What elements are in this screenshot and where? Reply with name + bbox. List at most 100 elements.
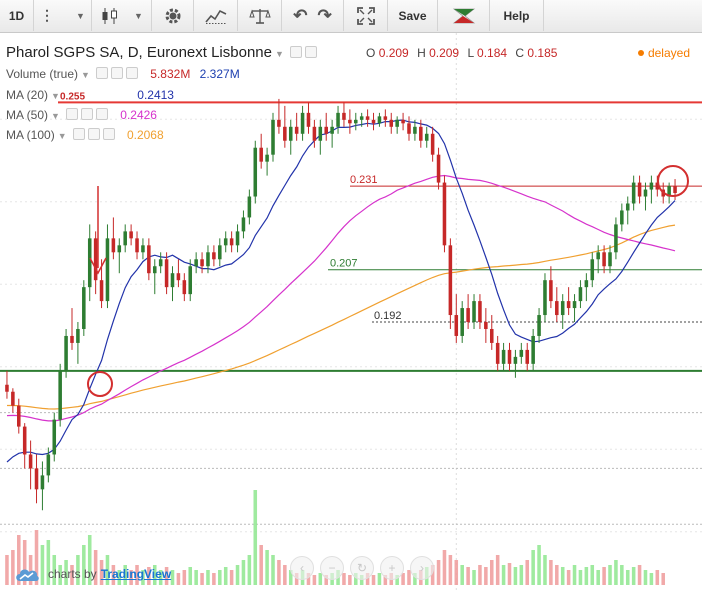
candle-body — [608, 252, 612, 267]
volume-bar — [478, 565, 482, 585]
volume-bar — [200, 573, 204, 585]
fullscreen-button[interactable] — [344, 0, 388, 31]
ma20-legend[interactable]: MA (20) ▼ 0.2413 — [6, 88, 174, 102]
candle-body — [365, 116, 370, 120]
compare-dropdown[interactable]: ⋮ ▼ — [34, 0, 92, 31]
candle-body — [129, 231, 133, 239]
volume-legend[interactable]: Volume (true) ▼ 5.832M 2.327M — [6, 67, 240, 81]
volume-bar — [637, 565, 642, 585]
low-label: L — [467, 46, 474, 60]
volume-bar — [247, 555, 252, 585]
cloud-logo-icon — [16, 569, 39, 581]
candle-body — [413, 126, 417, 134]
branding-prefix: charts by — [48, 567, 97, 581]
candle-body — [395, 119, 399, 127]
volume-bar — [578, 570, 583, 585]
candle-body — [572, 301, 577, 309]
ma100-label: MA (100) — [6, 128, 55, 142]
help-label: Help — [503, 8, 530, 23]
compare-button[interactable] — [238, 0, 282, 31]
more-icon: ⋮ — [40, 7, 55, 23]
candle-body — [22, 426, 27, 455]
candle-body — [454, 315, 459, 336]
volume-bar — [495, 555, 500, 585]
candle-body — [40, 475, 45, 490]
zoom-out-icon[interactable]: − — [320, 556, 344, 580]
settings-icon[interactable] — [304, 46, 317, 58]
candle-body — [176, 273, 181, 281]
zoom-in-icon[interactable]: + — [380, 556, 404, 580]
volume-bar — [188, 567, 193, 585]
candle-body — [200, 259, 204, 267]
candle-body — [152, 266, 157, 274]
save-label: Save — [398, 8, 427, 23]
settings-icon[interactable] — [110, 67, 123, 79]
volume-bar — [170, 570, 175, 585]
volume-bar — [620, 565, 624, 585]
candle-body — [549, 280, 553, 302]
close-icon[interactable] — [125, 67, 138, 79]
candle-body — [93, 238, 98, 281]
close-icon[interactable] — [95, 108, 108, 120]
status-dot-icon — [637, 50, 644, 56]
volume-bar — [566, 570, 571, 585]
volume-bar — [531, 550, 535, 585]
help-button[interactable]: Help — [490, 0, 544, 31]
candle-body — [631, 182, 636, 204]
candle-body — [312, 126, 317, 141]
tradingview-link[interactable]: TradingView — [101, 567, 171, 581]
candle-body — [436, 154, 441, 183]
balance-scale-icon — [248, 8, 271, 24]
volume-bar — [501, 565, 506, 585]
indicators-icon — [204, 9, 226, 24]
settings-icon[interactable] — [80, 108, 93, 120]
volume-bar — [235, 565, 240, 585]
candle-body — [596, 252, 600, 260]
scroll-right-icon[interactable]: › — [410, 556, 434, 580]
ma50-legend[interactable]: MA (50) ▼ 0.2426 — [6, 108, 157, 122]
eye-icon[interactable] — [72, 128, 85, 140]
symbol-title: Pharol SGPS SA, D, Euronext Lisbonne — [6, 44, 272, 61]
reset-icon[interactable]: ↻ — [350, 556, 374, 580]
undo-redo-group: ↶ ↷ — [282, 0, 344, 31]
candle-body — [584, 280, 589, 288]
candle-body — [5, 384, 9, 392]
ma100-legend[interactable]: MA (100) ▼ 0.2068 — [6, 128, 164, 142]
symbol-legend[interactable]: Pharol SGPS SA, D, Euronext Lisbonne ▼ — [6, 44, 320, 61]
candle-body — [218, 245, 222, 260]
candle-body — [58, 370, 62, 420]
volume-bar — [549, 560, 553, 585]
volume-bar — [537, 545, 541, 585]
candle-body — [637, 182, 642, 197]
eye-icon[interactable] — [65, 108, 78, 120]
candle-body — [478, 301, 482, 323]
volume-bar — [277, 560, 281, 585]
chart-style-button[interactable]: ▼ — [92, 0, 152, 31]
settings-icon[interactable] — [87, 128, 100, 140]
volume-bar — [584, 567, 589, 585]
candle-body — [76, 328, 80, 343]
close-icon[interactable] — [102, 128, 115, 140]
eye-icon[interactable] — [95, 67, 108, 79]
undo-icon[interactable]: ↶ — [293, 6, 307, 26]
volume-bar — [223, 567, 228, 585]
volume-bar — [454, 560, 459, 585]
tradingview-branding[interactable]: charts by TradingView — [14, 566, 171, 582]
interval-button[interactable]: 1D — [0, 0, 34, 31]
settings-button[interactable] — [152, 0, 194, 31]
ma20-value: 0.2413 — [137, 88, 174, 102]
redo-icon[interactable]: ↷ — [318, 6, 332, 26]
eye-icon[interactable] — [289, 46, 302, 58]
chevron-down-icon: ▼ — [51, 111, 60, 121]
save-button[interactable]: Save — [388, 0, 438, 31]
candle-body — [371, 119, 376, 124]
scroll-left-icon[interactable]: ‹ — [290, 556, 314, 580]
volume-bar — [460, 565, 464, 585]
publish-idea-button[interactable] — [438, 0, 490, 31]
volume-bar — [442, 550, 447, 585]
indicators-button[interactable] — [194, 0, 238, 31]
volume-bar — [466, 567, 470, 585]
volume-bar — [5, 555, 9, 585]
candle-body — [28, 454, 33, 469]
candle-body — [507, 349, 512, 364]
